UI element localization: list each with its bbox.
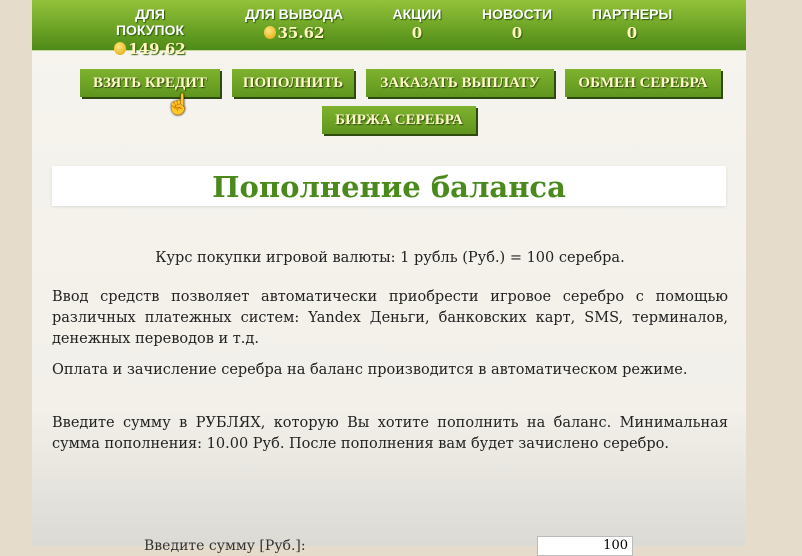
stat-value: 35.62 [277,24,325,42]
page-title-box: Пополнение баланса [52,166,726,206]
auto-credit-text: Оплата и зачисление серебра на баланс пр… [52,362,688,378]
amount-label: Введите сумму [Руб.]: [144,538,306,554]
stat-label: ДЛЯ ВЫВОДА [244,6,344,22]
stat-label: АКЦИИ [392,6,442,22]
page-title: Пополнение баланса [212,170,566,204]
exchange-rate-text: Курс покупки игровой валюты: 1 рубль (Ру… [155,250,625,266]
stat-purchase[interactable]: ДЛЯ ПОКУПОК 149.62 [100,6,200,58]
stat-shares[interactable]: АКЦИИ 0 [382,6,452,42]
stat-value: 0 [626,24,638,42]
silver-exchange-button[interactable]: ОБМЕН СЕРЕБРА [565,69,721,97]
take-credit-button[interactable]: ВЗЯТЬ КРЕДИТ [80,69,220,97]
enter-amount-text: Введите сумму в РУБЛЯХ, которую Вы хотит… [52,415,728,452]
order-payout-button[interactable]: ЗАКАЗАТЬ ВЫПЛАТУ [366,69,554,97]
coins-icon [263,26,276,39]
stat-value: 0 [411,24,423,42]
stat-label: ПАРТНЕРЫ [591,6,673,22]
stat-withdraw[interactable]: ДЛЯ ВЫВОДА 35.62 [244,6,344,42]
amount-input[interactable]: 100 [537,536,633,556]
balance-bar: ДЛЯ ПОКУПОК 149.62 ДЛЯ ВЫВОДА 35.62 АКЦИ… [32,0,746,58]
stat-label: ДЛЯ ПОКУПОК [115,6,185,38]
stat-partners[interactable]: ПАРТНЕРЫ 0 [582,6,682,42]
content-panel: ДЛЯ ПОКУПОК 149.62 ДЛЯ ВЫВОДА 35.62 АКЦИ… [32,0,746,556]
stat-value: 0 [511,24,523,42]
stat-news[interactable]: НОВОСТИ 0 [472,6,562,42]
hand-cursor-icon: ☝ [166,92,191,116]
stat-value: 149.62 [128,40,186,58]
topup-button[interactable]: ПОПОЛНИТЬ [232,69,354,97]
silver-market-button[interactable]: БИРЖА СЕРЕБРА [322,106,476,134]
coins-icon [114,42,127,55]
stat-label: НОВОСТИ [481,6,553,22]
payment-methods-text: Ввод средств позволяет автоматически при… [52,289,728,347]
